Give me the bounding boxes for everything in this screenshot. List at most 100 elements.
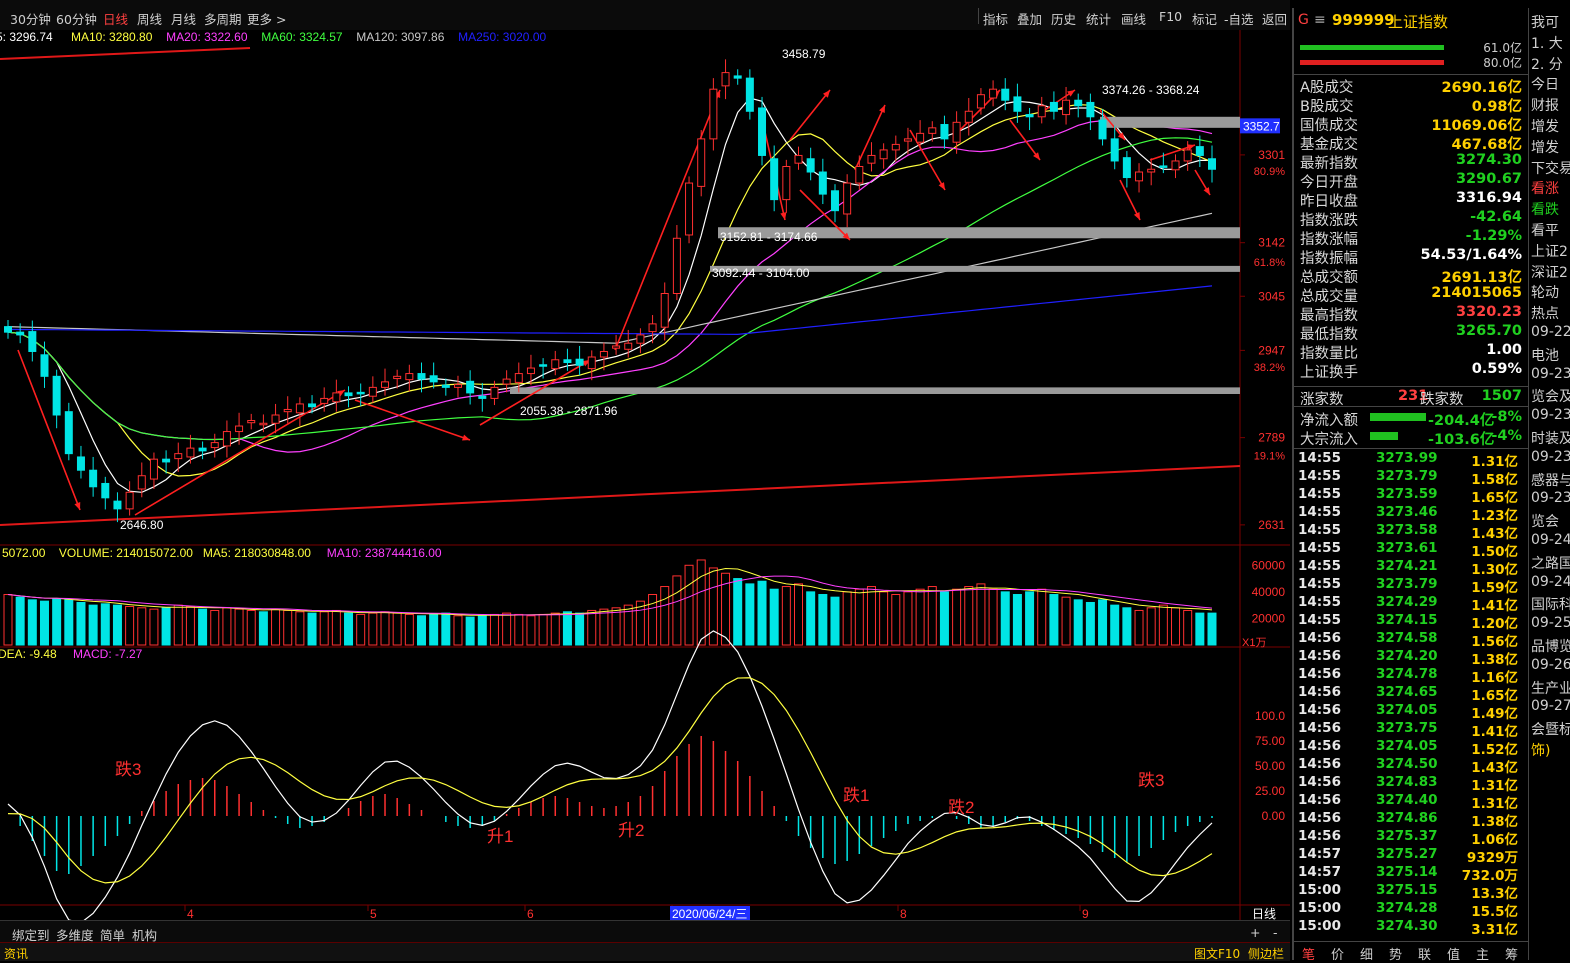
news-line[interactable]: 09-26 xyxy=(1531,657,1570,673)
candle-body xyxy=(1195,146,1204,156)
tab-daily[interactable]: 日线 xyxy=(103,9,128,28)
news-line[interactable]: 09-23 xyxy=(1531,407,1570,423)
menu-icon[interactable]: ≡ xyxy=(1314,12,1326,28)
news-line[interactable]: 09-23 xyxy=(1531,449,1570,465)
tab-monthly[interactable]: 月线 xyxy=(171,9,196,28)
news-line[interactable]: 深证2 xyxy=(1531,262,1568,282)
news-line[interactable]: 1. 大 xyxy=(1531,33,1563,53)
volume-bar xyxy=(368,612,378,646)
panel-tab[interactable]: 笔 xyxy=(1302,944,1315,963)
news-line[interactable]: 09-23 xyxy=(1531,490,1570,506)
news-line[interactable]: 上证2 xyxy=(1531,241,1568,261)
news-line[interactable]: 电池 xyxy=(1531,345,1559,365)
news-line[interactable]: 看涨 xyxy=(1531,178,1559,198)
news-line[interactable]: 会暨标 xyxy=(1531,719,1570,739)
panel-tab[interactable]: 筹 xyxy=(1505,944,1518,963)
history-button[interactable]: 历史 xyxy=(1051,9,1076,28)
news-line[interactable]: 今日 xyxy=(1531,74,1559,94)
macd-tick-label: 25.00 xyxy=(1255,784,1285,798)
news-line[interactable]: 生产业 xyxy=(1531,678,1570,698)
candle-body xyxy=(344,392,353,397)
divider xyxy=(1294,448,1528,449)
news-line[interactable]: 览会及 xyxy=(1531,386,1570,406)
news-line[interactable]: 财报 xyxy=(1531,95,1559,115)
tick-price: 3275.14 xyxy=(1376,864,1438,880)
news-line[interactable]: 看跌 xyxy=(1531,199,1559,219)
news-line[interactable]: 看平 xyxy=(1531,220,1559,240)
news-line[interactable]: 我可 xyxy=(1531,12,1559,32)
tick-time: 14:55 xyxy=(1298,540,1341,556)
tab-more[interactable]: 更多 > xyxy=(247,9,286,28)
volume-bar xyxy=(879,591,889,646)
news-line[interactable]: 轮动 xyxy=(1531,282,1559,302)
tick-time: 14:55 xyxy=(1298,558,1341,574)
tick-volume: 1.49亿 xyxy=(1471,706,1518,722)
news-line[interactable]: 时装及 xyxy=(1531,428,1570,448)
candle-body xyxy=(137,475,146,490)
news-line[interactable]: 饰) xyxy=(1531,740,1550,760)
panel-tab[interactable]: 势 xyxy=(1389,944,1402,963)
tick-volume: 1.56亿 xyxy=(1471,634,1518,650)
mark-button[interactable]: 标记 xyxy=(1192,9,1217,28)
news-line[interactable]: 之路国 xyxy=(1531,553,1570,573)
panel-tab[interactable]: 值 xyxy=(1447,944,1460,963)
candle-body xyxy=(441,384,450,388)
breadth-bar-red xyxy=(1300,60,1444,65)
x-tick-label: 9 xyxy=(1082,907,1089,920)
news-line[interactable]: 热点 xyxy=(1531,303,1559,323)
news-line[interactable]: 09-23 xyxy=(1531,366,1570,382)
tick-row: 14:55 3274.29 1.41亿 xyxy=(1298,594,1524,614)
candle-body xyxy=(332,392,341,403)
panel-tab[interactable]: 细 xyxy=(1360,944,1373,963)
candle-body xyxy=(478,395,487,399)
news-line[interactable]: 2. 分 xyxy=(1531,54,1563,74)
statistics-button[interactable]: 统计 xyxy=(1086,9,1111,28)
tick-price: 3274.29 xyxy=(1376,594,1438,610)
candle-body xyxy=(174,453,183,460)
volume-bar xyxy=(587,609,597,646)
news-button[interactable]: 资讯 xyxy=(4,945,28,962)
volume-bar xyxy=(1158,604,1168,646)
overlay-button[interactable]: 叠加 xyxy=(1017,9,1042,28)
news-line[interactable]: 感器与 xyxy=(1531,470,1570,490)
panel-tab[interactable]: 价 xyxy=(1331,944,1344,963)
news-line[interactable]: 国际科 xyxy=(1531,594,1570,614)
zoom-in-button[interactable]: + xyxy=(1250,925,1260,940)
f10-graphic-button[interactable]: 图文F10 xyxy=(1194,945,1240,962)
draw-line-button[interactable]: 画线 xyxy=(1121,9,1146,28)
panel-tab[interactable]: 联 xyxy=(1418,944,1431,963)
tab-60min[interactable]: 60分钟 xyxy=(56,9,97,28)
quote-label: B股成交 xyxy=(1300,99,1354,115)
tab-multi-period[interactable]: 多周期 xyxy=(204,9,242,28)
news-line[interactable]: 下交易 xyxy=(1531,158,1570,178)
candle-body xyxy=(1025,114,1034,118)
news-line[interactable]: 09-24 xyxy=(1531,574,1570,590)
news-line[interactable]: 09-22 xyxy=(1531,324,1570,340)
block-inflow-pct: -4% xyxy=(1491,428,1522,444)
tick-row: 14:57 3275.27 9329万 xyxy=(1298,846,1524,866)
news-line[interactable]: 增发 xyxy=(1531,116,1559,136)
tick-volume: 1.52亿 xyxy=(1471,742,1518,758)
quote-value: 214015065 xyxy=(1431,285,1522,301)
candle-body xyxy=(1037,105,1046,118)
news-line[interactable]: 增发 xyxy=(1531,137,1559,157)
tab-weekly[interactable]: 周线 xyxy=(137,9,162,28)
candle-body xyxy=(186,447,195,458)
candle-body xyxy=(599,350,608,358)
news-line[interactable]: 09-27 xyxy=(1531,698,1570,714)
panel-tab[interactable]: 主 xyxy=(1476,944,1489,963)
sidebar-toggle[interactable]: 侧边栏 xyxy=(1248,945,1284,962)
remove-favorite-button[interactable]: -自选 xyxy=(1224,9,1254,28)
volume-bar xyxy=(1037,588,1047,646)
back-button[interactable]: 返回 xyxy=(1262,9,1287,28)
tab-30min[interactable]: 30分钟 xyxy=(10,9,51,28)
news-line[interactable]: 09-24 xyxy=(1531,532,1570,548)
zoom-out-button[interactable]: - xyxy=(1273,925,1278,940)
kline-chart[interactable]: 3301 3142 3045 2947 2789 2631 80.9% 61.8% 38.2% 1… xyxy=(0,30,1290,920)
indicator-button[interactable]: 指标 xyxy=(983,9,1008,28)
tick-volume: 9329万 xyxy=(1466,850,1518,866)
news-line[interactable]: 品博览 xyxy=(1531,636,1570,656)
news-line[interactable]: 09-25 xyxy=(1531,615,1570,631)
f10-button[interactable]: F10 xyxy=(1159,9,1182,24)
news-line[interactable]: 览会 xyxy=(1531,511,1559,531)
